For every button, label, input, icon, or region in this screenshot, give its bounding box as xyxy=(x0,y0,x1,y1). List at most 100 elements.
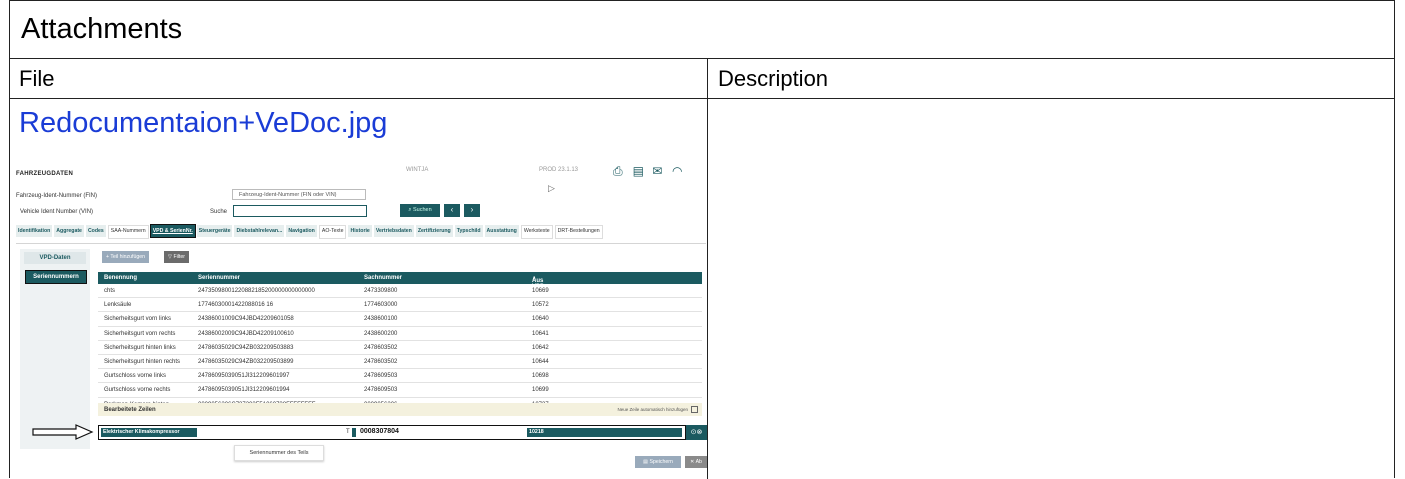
attachment-preview-image[interactable]: FAHRZEUGDATEN WINTJA PROD 23.1.13 ▷ ⎙ ▤ … xyxy=(10,163,707,479)
sidebar-item-vpd-daten[interactable]: VPD-Daten xyxy=(24,252,86,264)
table-cell: 2473309800 xyxy=(364,288,398,294)
attachment-file-link[interactable]: Redocumentaion+VeDoc.jpg xyxy=(19,107,387,140)
tab-identifikation[interactable]: Identifikation xyxy=(16,225,53,237)
table-row[interactable]: Sicherheitsgurt vorn rechts 24386002009C9… xyxy=(98,327,702,341)
table-row[interactable]: chts 24735098001220882185200000000000000 2… xyxy=(98,284,702,299)
env-label: WINTJA xyxy=(406,167,429,173)
table-row[interactable]: Sicherheitsgurt vorn links 24386001009C94… xyxy=(98,312,702,327)
tab-divider xyxy=(16,243,706,244)
header-sachnummer[interactable]: Sachnummer xyxy=(364,275,402,281)
tab-vpd-seriennr[interactable]: VPD & SerienNr. xyxy=(149,224,196,238)
column-header-description: Description xyxy=(718,66,829,91)
column-divider xyxy=(707,59,708,479)
tab-historie[interactable]: Historie xyxy=(348,225,372,237)
save-button[interactable]: ▤ Speichern xyxy=(635,456,681,468)
table-row[interactable]: Gurtschloss vorne links 24786095039051JI3… xyxy=(98,369,702,384)
table-cell: Sicherheitsgurt hinten links xyxy=(104,344,176,351)
cancel-button[interactable]: ✕ Ab xyxy=(685,456,707,468)
vin-label: Vehicle Ident Number (VIN) xyxy=(20,209,94,215)
search-type-select[interactable]: Fahrzeug-Ident-Nummer (FIN oder VIN) xyxy=(232,189,366,200)
filter-button[interactable]: ▽ Filter xyxy=(164,251,189,263)
pdf-icon[interactable]: ⎙ xyxy=(613,165,623,177)
table-cell: Sicherheitsgurt vorn rechts xyxy=(104,330,176,337)
header-benennung[interactable]: Benennung xyxy=(104,275,137,281)
table-cell: 10698 xyxy=(532,373,549,380)
row-action-icons[interactable]: ⊙⊗ xyxy=(686,425,707,440)
tab-drt-bestellungen[interactable]: DRT-Bestellungen xyxy=(554,225,603,239)
auto-add-label: Neue Zeile automatisch hinzufügen xyxy=(617,407,688,412)
grid-header: Benennung Seriennummer Sachnummer Aus VP… xyxy=(98,272,702,296)
next-button[interactable]: › xyxy=(464,204,480,217)
table-row[interactable]: Gurtschloss vorne rechts 24786095039051JI… xyxy=(98,383,702,398)
tab-codes[interactable]: Codes xyxy=(85,225,106,237)
column-header-file: File xyxy=(19,66,55,91)
table-cell: Sicherheitsgurt vorn links xyxy=(104,316,172,323)
table-cell: 10641 xyxy=(532,330,549,337)
tab-ausstattung[interactable]: Ausstattung xyxy=(484,225,519,237)
edited-row-sachnummer[interactable]: 0008307804 xyxy=(360,428,399,435)
app-title: FAHRZEUGDATEN xyxy=(16,171,74,177)
search-input[interactable] xyxy=(233,205,367,217)
header-seriennummer[interactable]: Seriennummer xyxy=(198,275,240,281)
tab-aggregate[interactable]: Aggregate xyxy=(54,225,84,237)
header-aus-vpd-ident[interactable]: Aus VPD-Ident ∧ xyxy=(532,275,546,296)
prev-button[interactable]: ‹ xyxy=(444,204,460,217)
table-cell: Gurtschloss vorne rechts xyxy=(104,387,171,394)
page-title: Attachments xyxy=(21,13,183,45)
tab-ao-texte[interactable]: AO-Texte xyxy=(318,225,347,239)
text-cursor: T xyxy=(346,429,350,435)
table-cell: 10572 xyxy=(532,302,549,309)
table-cell: 24386002009C94JBD42209100610 xyxy=(198,330,294,337)
mail-icon[interactable]: ✉ xyxy=(652,165,662,177)
table-cell: 24386001009C94JBD42209601058 xyxy=(198,316,294,323)
edited-row-marker xyxy=(352,428,356,437)
search-label: Suche xyxy=(210,209,228,215)
tab-zertifizierung[interactable]: Zertifizierung xyxy=(415,225,453,237)
version-label: PROD 23.1.13 xyxy=(539,167,579,173)
add-part-button[interactable]: + Teil hinzufügen xyxy=(102,251,149,263)
tab-steuergeraete[interactable]: Steuergeräte xyxy=(196,225,233,237)
edited-row-ident[interactable]: 10218 xyxy=(527,428,682,437)
table-cell: 24786095039051JI312209601997 xyxy=(198,373,290,380)
sidebar-item-seriennummern[interactable]: Seriennummern xyxy=(25,270,87,284)
edited-row[interactable]: Elektrischer Klimakompressor T 000830780… xyxy=(98,425,686,440)
table-cell: 1774603000 xyxy=(364,302,398,309)
attachments-table: Attachments File Description Redocumenta… xyxy=(9,0,1395,479)
table-cell: 24786095039051JI312209601994 xyxy=(198,387,290,394)
table-cell: 17746030001422088016 16 xyxy=(198,302,274,309)
document-icon[interactable]: ▤ xyxy=(633,165,644,177)
tab-navigation[interactable]: Navigation xyxy=(286,225,317,237)
tab-bar: Identifikation Aggregate Codes SAA-Numme… xyxy=(16,224,603,239)
auto-add-checkbox[interactable] xyxy=(691,406,698,413)
table-cell: 2478603502 xyxy=(364,344,398,351)
table-cell: 2478609503 xyxy=(364,373,398,380)
fin-label: Fahrzeug-Ident-Nummer (FIN) xyxy=(16,193,98,199)
table-row[interactable]: Sicherheitsgurt hinten rechts 24786035029… xyxy=(98,355,702,370)
serial-number-grid: Benennung Seriennummer Sachnummer Aus VP… xyxy=(98,272,702,412)
tab-diebstahlrelevant[interactable]: Diebstahlrelevan... xyxy=(234,225,285,237)
edited-row-name[interactable]: Elektrischer Klimakompressor xyxy=(101,428,197,437)
table-row[interactable]: Lenksäule 17746030001422088016 16 17746030… xyxy=(98,298,702,313)
table-cell: 10640 xyxy=(532,316,549,323)
serial-tooltip: Seriennummer des Teils xyxy=(234,445,324,461)
table-cell: 2438600100 xyxy=(364,316,398,323)
table-cell: 24735098001220882185200000000000000 xyxy=(198,288,315,294)
headset-icon[interactable]: ◠ xyxy=(672,165,682,177)
tab-saa-nummern[interactable]: SAA-Nummern xyxy=(107,225,149,239)
tab-typschild[interactable]: Typschild xyxy=(454,225,483,237)
arrow-annotation-icon xyxy=(32,424,94,440)
header-icons: ⎙ ▤ ✉ ◠ xyxy=(613,165,690,177)
table-cell: Sicherheitsgurt hinten rechts xyxy=(104,358,181,365)
table-cell: Gurtschloss vorne links xyxy=(104,373,167,380)
tab-vertriebsdaten[interactable]: Vertriebsdaten xyxy=(373,225,414,237)
table-cell: 24786035029C94ZB032209503883 xyxy=(198,344,294,351)
table-cell: 2478609503 xyxy=(364,387,398,394)
table-cell: 2438600200 xyxy=(364,330,398,337)
table-cell: Lenksäule xyxy=(104,302,132,309)
search-button[interactable]: ⌕ Suchen xyxy=(400,204,440,217)
edited-rows-label: Bearbeitete Zeilen xyxy=(104,407,156,413)
tab-werkstexte[interactable]: Werkstexte xyxy=(520,225,553,239)
table-row[interactable]: Sicherheitsgurt hinten links 24786035029C… xyxy=(98,341,702,355)
table-cell: 10669 xyxy=(532,288,549,294)
vpd-sidebar: VPD-Daten Seriennummern xyxy=(20,249,90,449)
